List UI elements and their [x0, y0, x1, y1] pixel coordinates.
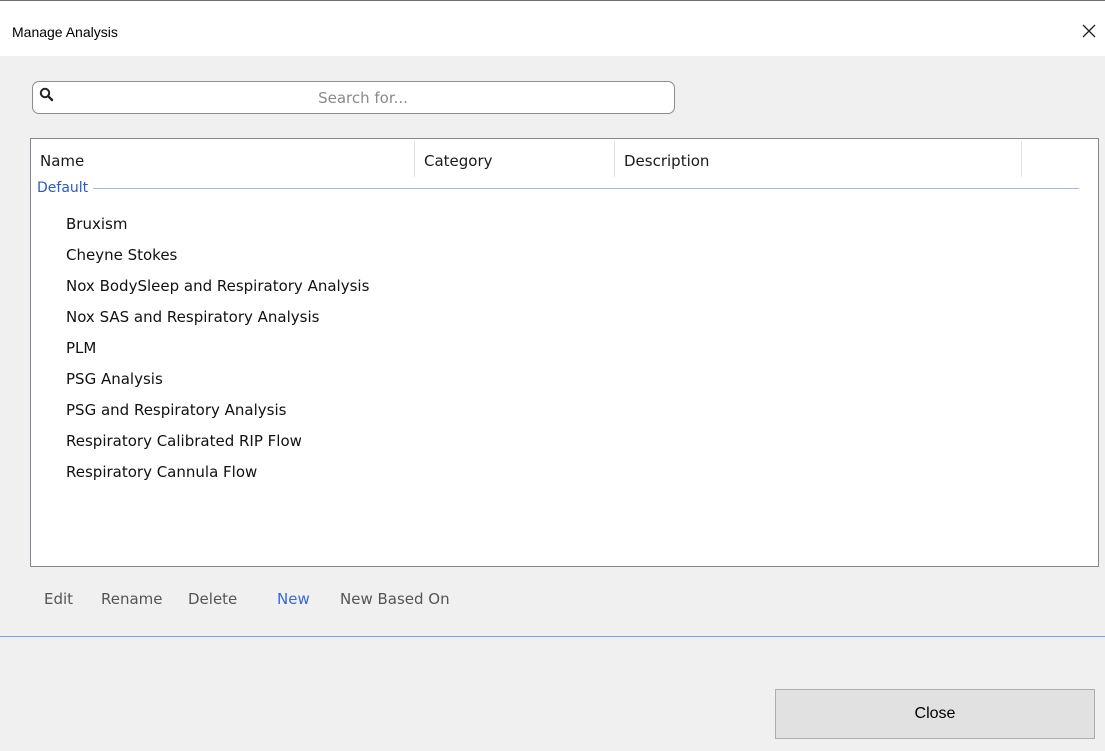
column-header-description[interactable]: Description [624, 146, 709, 176]
title-bar: Manage Analysis [0, 0, 1105, 56]
group-header-default: Default [37, 180, 1079, 196]
column-separator [614, 141, 615, 177]
list-item[interactable]: Nox BodySleep and Respiratory Analysis [66, 272, 966, 300]
column-separator [1021, 141, 1022, 177]
window-title: Manage Analysis [12, 24, 118, 40]
analysis-list[interactable]: Name Category Description Default Bruxis… [30, 138, 1099, 567]
new-button[interactable]: New [277, 590, 310, 608]
edit-button[interactable]: Edit [44, 590, 73, 608]
list-item[interactable]: Nox SAS and Respiratory Analysis [66, 303, 966, 331]
list-item[interactable]: Respiratory Calibrated RIP Flow [66, 427, 966, 455]
group-label: Default [37, 180, 94, 196]
list-item[interactable]: PLM [66, 334, 966, 362]
column-separator [414, 141, 415, 177]
delete-button[interactable]: Delete [188, 590, 237, 608]
footer-divider [0, 636, 1105, 637]
list-item[interactable]: Bruxism [66, 210, 966, 238]
group-divider-line [37, 188, 1079, 189]
list-item[interactable]: PSG and Respiratory Analysis [66, 396, 966, 424]
list-item[interactable]: Cheyne Stokes [66, 241, 966, 269]
list-item[interactable]: Respiratory Cannula Flow [66, 458, 966, 486]
search-box[interactable] [32, 81, 675, 114]
new-based-on-button[interactable]: New Based On [340, 590, 450, 608]
close-button[interactable]: Close [775, 689, 1095, 739]
list-item[interactable]: PSG Analysis [66, 365, 966, 393]
column-header-name[interactable]: Name [40, 146, 84, 176]
search-icon [39, 87, 54, 102]
column-header-category[interactable]: Category [424, 146, 493, 176]
close-window-button[interactable] [1075, 17, 1103, 45]
search-input[interactable] [63, 82, 663, 113]
close-icon [1082, 24, 1096, 38]
rename-button[interactable]: Rename [101, 590, 163, 608]
